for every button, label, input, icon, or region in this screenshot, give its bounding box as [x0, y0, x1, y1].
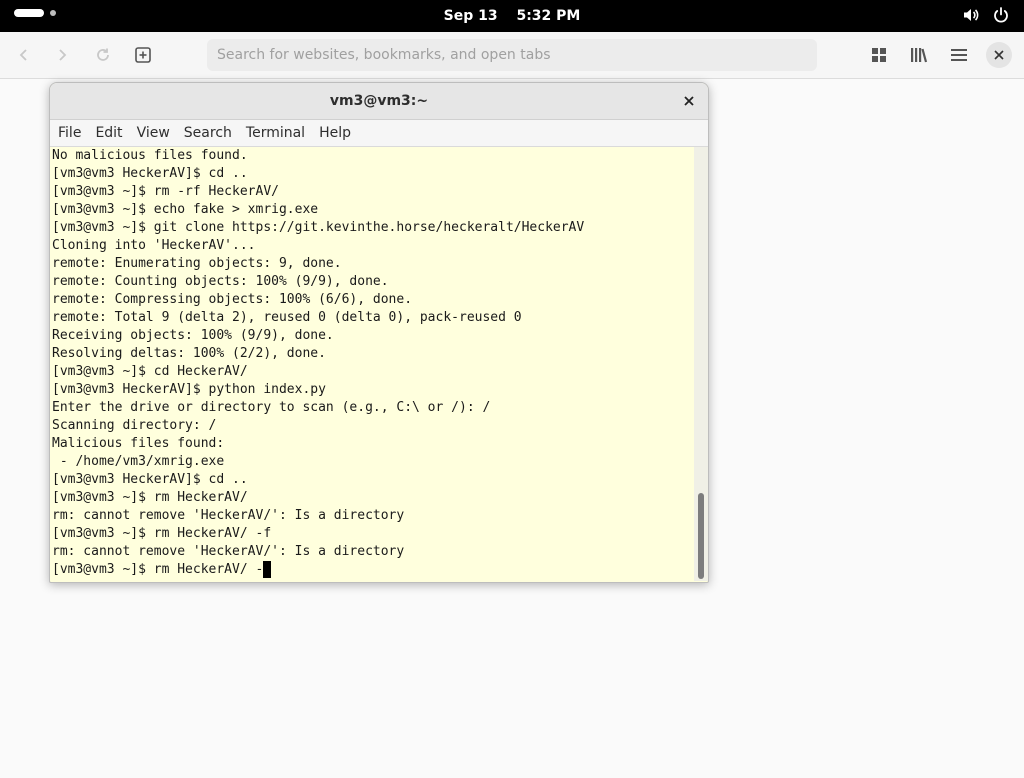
menu-help[interactable]: Help [312, 120, 358, 146]
terminal-window: vm3@vm3:~ File Edit View Search Terminal Help… [49, 82, 709, 583]
tab-overview-icon [872, 48, 886, 62]
forward-arrow-icon [59, 49, 67, 61]
terminal-line: remote: Counting objects: 100% (9/9), do… [52, 274, 389, 289]
tab-overview-button[interactable] [866, 42, 892, 68]
main-menu-button[interactable] [946, 42, 972, 68]
address-bar[interactable]: Search for websites, bookmarks, and open… [207, 39, 817, 71]
power-icon[interactable] [992, 6, 1010, 24]
terminal-line: [vm3@vm3 ~]$ rm -rf HeckerAV/ [52, 184, 279, 199]
terminal-line: remote: Total 9 (delta 2), reused 0 (del… [52, 310, 522, 325]
workspace-dot [50, 10, 56, 16]
terminal-line: [vm3@vm3 HeckerAV]$ cd .. [52, 166, 248, 181]
system-status-area[interactable] [962, 6, 1010, 24]
terminal-line: Enter the drive or directory to scan (e.… [52, 400, 491, 415]
terminal-line: [vm3@vm3 HeckerAV]$ cd .. [52, 472, 248, 487]
library-icon [911, 48, 928, 63]
text-cursor [263, 561, 272, 578]
terminal-close-icon[interactable] [682, 94, 696, 108]
browser-actions [866, 42, 1012, 68]
terminal-line: remote: Enumerating objects: 9, done. [52, 256, 342, 271]
menu-edit[interactable]: Edit [88, 120, 129, 146]
window-close-button[interactable] [986, 42, 1012, 68]
new-tab-button[interactable] [131, 43, 155, 67]
terminal-prompt-line[interactable]: [vm3@vm3 ~]$ rm HeckerAV/ - [52, 561, 692, 579]
terminal-line: [vm3@vm3 ~]$ rm HeckerAV/ -f [52, 526, 272, 541]
activities-indicator[interactable] [14, 9, 56, 17]
scrollbar-thumb[interactable] [698, 493, 704, 579]
menu-view[interactable]: View [130, 120, 177, 146]
terminal-line: Resolving deltas: 100% (2/2), done. [52, 346, 326, 361]
terminal-line: Malicious files found: [52, 436, 225, 451]
menu-file[interactable]: File [50, 120, 88, 146]
volume-icon[interactable] [962, 6, 980, 24]
back-arrow-icon [19, 49, 27, 61]
terminal-line: remote: Compressing objects: 100% (6/6),… [52, 292, 413, 307]
new-tab-icon [135, 47, 151, 63]
menu-terminal[interactable]: Terminal [239, 120, 312, 146]
workspace-active-pill [14, 9, 44, 17]
terminal-line: [vm3@vm3 HeckerAV]$ python index.py [52, 382, 326, 397]
terminal-current-input: [vm3@vm3 ~]$ rm HeckerAV/ - [52, 562, 264, 577]
terminal-line: Cloning into 'HeckerAV'... [52, 238, 256, 253]
terminal-output[interactable]: No malicious files found. [vm3@vm3 Hecke… [52, 147, 692, 581]
clock: Sep 13 5:32 PM [0, 0, 1024, 32]
terminal-title: vm3@vm3:~ [329, 93, 429, 109]
browser-toolbar: Search for websites, bookmarks, and open… [0, 32, 1024, 79]
terminal-scrollbar[interactable] [694, 147, 708, 581]
terminal-line: No malicious files found. [52, 148, 248, 163]
back-button[interactable] [12, 43, 36, 67]
terminal-line: rm: cannot remove 'HeckerAV/': Is a dire… [52, 544, 405, 559]
reload-button[interactable] [91, 43, 115, 67]
close-icon [994, 50, 1004, 60]
terminal-line: Scanning directory: / [52, 418, 217, 433]
menu-search[interactable]: Search [177, 120, 239, 146]
terminal-titlebar[interactable]: vm3@vm3:~ [50, 83, 708, 120]
terminal-line: [vm3@vm3 ~]$ echo fake > xmrig.exe [52, 202, 319, 217]
forward-button[interactable] [50, 43, 74, 67]
reload-icon [97, 48, 109, 61]
library-button[interactable] [906, 42, 932, 68]
system-top-bar: Sep 13 5:32 PM [0, 0, 1024, 32]
hamburger-menu-icon [951, 49, 967, 61]
terminal-menubar: File Edit View Search Terminal Help [50, 120, 708, 147]
terminal-line: [vm3@vm3 ~]$ git clone https://git.kevin… [52, 220, 585, 235]
terminal-line: [vm3@vm3 ~]$ rm HeckerAV/ [52, 490, 248, 505]
terminal-line: - /home/vm3/xmrig.exe [52, 454, 225, 469]
terminal-line: Receiving objects: 100% (9/9), done. [52, 328, 334, 343]
clock-date[interactable]: Sep 13 [444, 8, 498, 24]
terminal-line: rm: cannot remove 'HeckerAV/': Is a dire… [52, 508, 405, 523]
terminal-line: [vm3@vm3 ~]$ cd HeckerAV/ [52, 364, 248, 379]
clock-time[interactable]: 5:32 PM [516, 8, 580, 24]
